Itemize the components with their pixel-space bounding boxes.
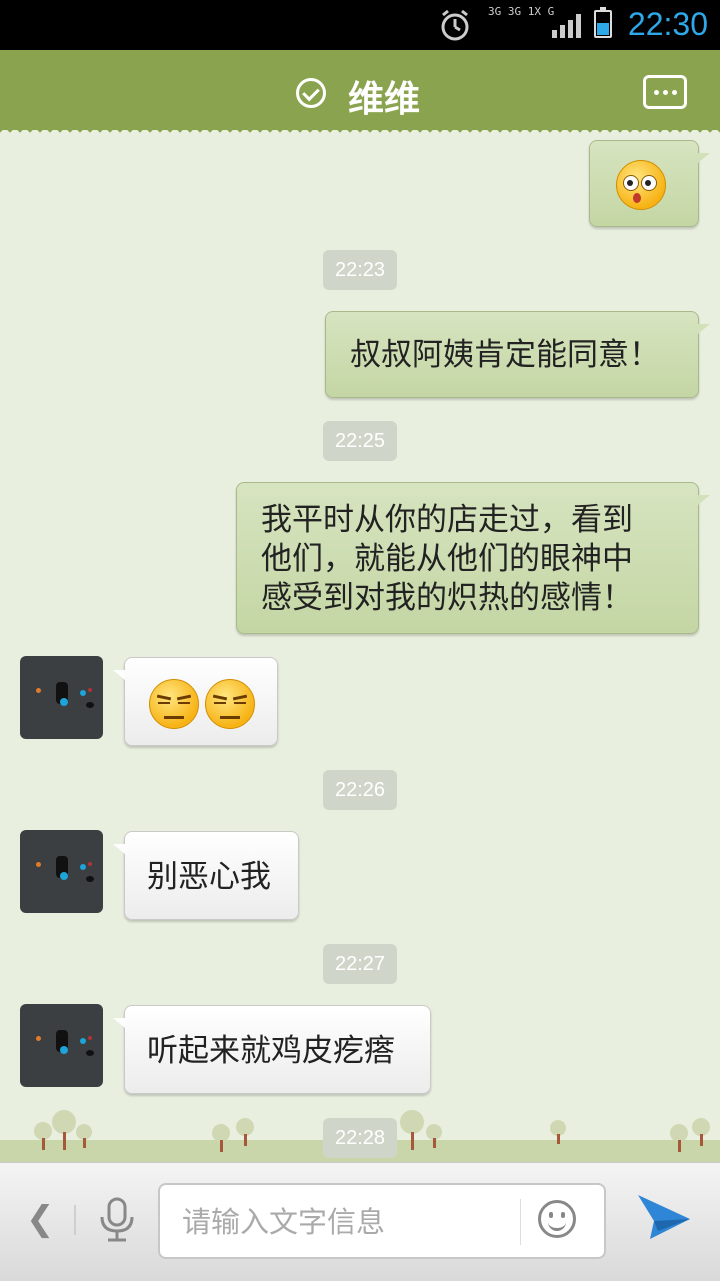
battery-icon (594, 7, 612, 38)
message-text: 叔叔阿姨肯定能同意！ (350, 337, 660, 373)
signal-strength-icon (552, 14, 581, 38)
message-bubble-received[interactable]: 听起来就鸡皮疙瘩 (113, 1005, 431, 1094)
message-text: 别恶心我 (147, 859, 271, 895)
timestamp: 22:23 (323, 250, 397, 290)
network-indicator: 3G 3G 1X G (488, 5, 555, 18)
message-bubble-received[interactable]: 别恶心我 (113, 831, 299, 920)
message-bubble-sent[interactable]: 我平时从你的店走过，看到 他们，就能从他们的眼神中 感受到对我的炽热的感情！ (236, 482, 710, 634)
smiley-icon[interactable] (538, 1200, 576, 1238)
message-text-line: 感受到对我的炽热的感情！ (261, 580, 633, 616)
status-bar: 3G 3G 1X G 22:30 (0, 0, 720, 50)
status-time: 22:30 (627, 6, 708, 42)
contact-name: 维维 (348, 79, 421, 120)
message-input[interactable] (180, 1199, 514, 1245)
timestamp: 22:26 (323, 770, 397, 810)
divider (520, 1199, 521, 1245)
message-bubble-sent[interactable]: 叔叔阿姨肯定能同意！ (325, 311, 710, 398)
alarm-clock-icon (441, 9, 469, 41)
contact-avatar[interactable] (20, 1004, 103, 1087)
smug-thumbs-emoji (149, 679, 199, 729)
header-zigzag-edge (0, 126, 720, 136)
input-bar: ❮ (0, 1162, 720, 1281)
message-text: 听起来就鸡皮疙瘩 (147, 1033, 395, 1069)
contact-avatar[interactable] (20, 656, 103, 739)
message-input-field[interactable] (158, 1183, 606, 1259)
send-plane-icon[interactable] (636, 1191, 692, 1243)
message-bubble-sent[interactable] (589, 140, 710, 227)
more-options-button[interactable] (643, 75, 687, 109)
message-text-line: 我平时从你的店走过，看到 (261, 502, 633, 538)
message-bubble-received[interactable] (113, 657, 278, 746)
chat-header: 维维 (0, 50, 720, 130)
message-text-line: 他们，就能从他们的眼神中 (261, 541, 633, 577)
smug-thumbs-emoji (205, 679, 255, 729)
chevron-left-icon[interactable]: ❮ (26, 1199, 55, 1239)
timestamp: 22:25 (323, 421, 397, 461)
divider (74, 1205, 76, 1235)
timestamp: 22:28 (323, 1118, 397, 1158)
surprised-face-emoji (616, 160, 666, 210)
contact-avatar[interactable] (20, 830, 103, 913)
microphone-icon[interactable] (98, 1197, 136, 1243)
check-circle-icon (296, 78, 326, 108)
timestamp: 22:27 (323, 944, 397, 984)
